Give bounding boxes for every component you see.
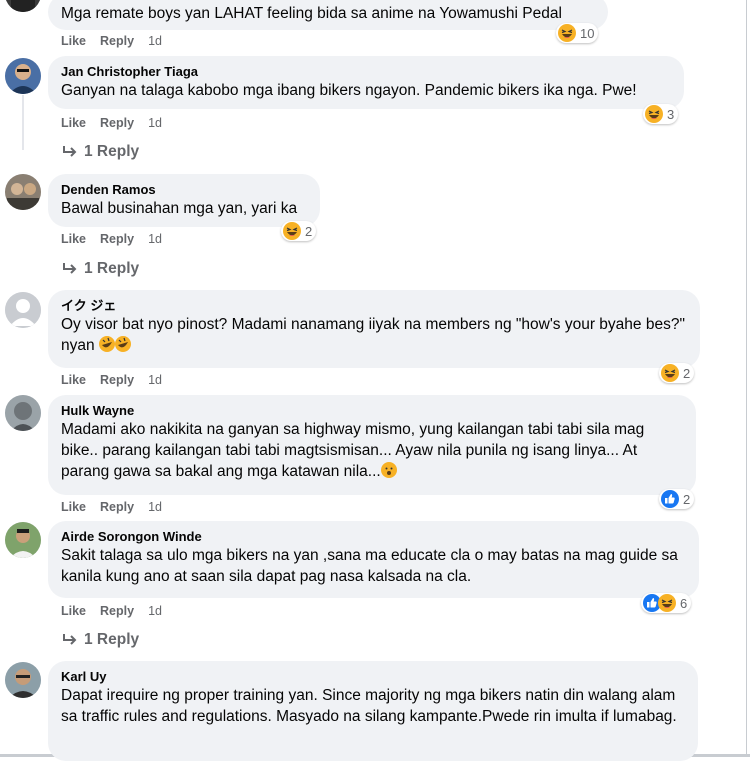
comment-author[interactable]: Hulk Wayne xyxy=(61,402,684,419)
comment-text: Sakit talaga sa ulo mga bikers na yan ,s… xyxy=(61,547,678,585)
comment-author[interactable]: Airde Sorongon Winde xyxy=(61,528,687,545)
frown-icon xyxy=(380,462,397,478)
reaction-count: 2 xyxy=(305,223,313,239)
like-link[interactable]: Like xyxy=(61,34,86,48)
comment-actions: Like Reply 1d xyxy=(61,34,176,48)
view-replies-link[interactable]: 1 Reply xyxy=(62,143,139,161)
reaction-count: 3 xyxy=(667,106,675,122)
reaction-summary[interactable]: 3 xyxy=(643,104,679,124)
comment-bubble: Jan Christopher Tiaga Ganyan na talaga k… xyxy=(48,56,684,109)
avatar[interactable] xyxy=(5,395,41,431)
timestamp[interactable]: 1d xyxy=(148,116,162,130)
comment-actions: Like Reply 1d xyxy=(61,116,176,130)
reply-arrow-icon xyxy=(63,146,77,157)
comment-author[interactable]: Karl Uy xyxy=(61,668,686,685)
reply-arrow-icon xyxy=(63,263,77,274)
reply-link[interactable]: Reply xyxy=(100,604,134,618)
timestamp[interactable]: 1d xyxy=(148,604,162,618)
reply-link[interactable]: Reply xyxy=(100,373,134,387)
like-link[interactable]: Like xyxy=(61,500,86,514)
replies-count[interactable]: 1 Reply xyxy=(84,143,139,161)
haha-icon xyxy=(283,222,301,240)
like-link[interactable]: Like xyxy=(61,604,86,618)
comment-author[interactable]: イク ジェ xyxy=(61,297,688,314)
reaction-summary[interactable]: 2 xyxy=(281,221,317,241)
avatar[interactable] xyxy=(5,662,41,698)
replies-count[interactable]: 1 Reply xyxy=(84,260,139,278)
reaction-summary[interactable]: 2 xyxy=(659,363,695,383)
like-link[interactable]: Like xyxy=(61,116,86,130)
comment-bubble: Karl Uy Dapat irequire ng proper trainin… xyxy=(48,661,698,761)
comment-text: Dapat irequire ng proper training yan. S… xyxy=(61,687,677,725)
avatar[interactable] xyxy=(5,58,41,94)
comment-bubble: Denden Ramos Bawal businahan mga yan, ya… xyxy=(48,174,320,227)
avatar[interactable] xyxy=(5,522,41,558)
reaction-count: 2 xyxy=(683,365,691,381)
avatar[interactable] xyxy=(5,0,41,12)
timestamp[interactable]: 1d xyxy=(148,232,162,246)
comment-bubble: Mga remate boys yan LAHAT feeling bida s… xyxy=(48,0,608,30)
comment-text: Ganyan na talaga kabobo mga ibang bikers… xyxy=(61,82,637,99)
avatar[interactable] xyxy=(5,292,41,328)
rofl-icon xyxy=(98,336,115,352)
comment-bubble: イク ジェ Oy visor bat nyo pinost? Madami na… xyxy=(48,290,700,368)
comment-text: Oy visor bat nyo pinost? Madami nanamang… xyxy=(61,316,685,354)
comment-text: Bawal businahan mga yan, yari ka xyxy=(61,200,298,217)
reaction-count: 6 xyxy=(680,595,688,611)
like-link[interactable]: Like xyxy=(61,232,86,246)
view-replies-link[interactable]: 1 Reply xyxy=(62,260,139,278)
timestamp[interactable]: 1d xyxy=(148,500,162,514)
reply-link[interactable]: Reply xyxy=(100,500,134,514)
rofl-icon xyxy=(114,336,131,352)
haha-icon xyxy=(645,105,663,123)
reply-link[interactable]: Reply xyxy=(100,34,134,48)
avatar[interactable] xyxy=(5,174,41,210)
reply-link[interactable]: Reply xyxy=(100,232,134,246)
comment-author[interactable]: Jan Christopher Tiaga xyxy=(61,63,672,80)
like-icon xyxy=(661,490,679,508)
like-link[interactable]: Like xyxy=(61,373,86,387)
comment-text: Mga remate boys yan LAHAT feeling bida s… xyxy=(61,5,562,22)
comment-text: Madami ako nakikita na ganyan sa highway… xyxy=(61,421,645,480)
haha-icon xyxy=(558,24,576,42)
replies-count[interactable]: 1 Reply xyxy=(84,631,139,649)
reply-link[interactable]: Reply xyxy=(100,116,134,130)
comment-actions: Like Reply 1d xyxy=(61,500,176,514)
reaction-count: 2 xyxy=(683,491,691,507)
reaction-count: 10 xyxy=(580,25,595,41)
comment-author[interactable]: Denden Ramos xyxy=(61,181,308,198)
reaction-summary[interactable]: 2 xyxy=(659,489,695,509)
comment-bubble: Hulk Wayne Madami ako nakikita na ganyan… xyxy=(48,395,696,495)
haha-icon xyxy=(661,364,679,382)
comment-actions: Like Reply 1d xyxy=(61,232,176,246)
window-border-right xyxy=(746,0,747,757)
comment-actions: Like Reply 1d xyxy=(61,604,176,618)
reaction-summary[interactable]: 6 xyxy=(641,593,692,613)
comment-actions: Like Reply 1d xyxy=(61,373,176,387)
comment-bubble: Airde Sorongon Winde Sakit talaga sa ulo… xyxy=(48,521,699,598)
timestamp[interactable]: 1d xyxy=(148,373,162,387)
haha-icon xyxy=(658,594,676,612)
thread-line xyxy=(22,95,24,150)
reply-arrow-icon xyxy=(63,634,77,645)
reaction-summary[interactable]: 10 xyxy=(556,23,599,43)
timestamp[interactable]: 1d xyxy=(148,34,162,48)
view-replies-link[interactable]: 1 Reply xyxy=(62,631,139,649)
